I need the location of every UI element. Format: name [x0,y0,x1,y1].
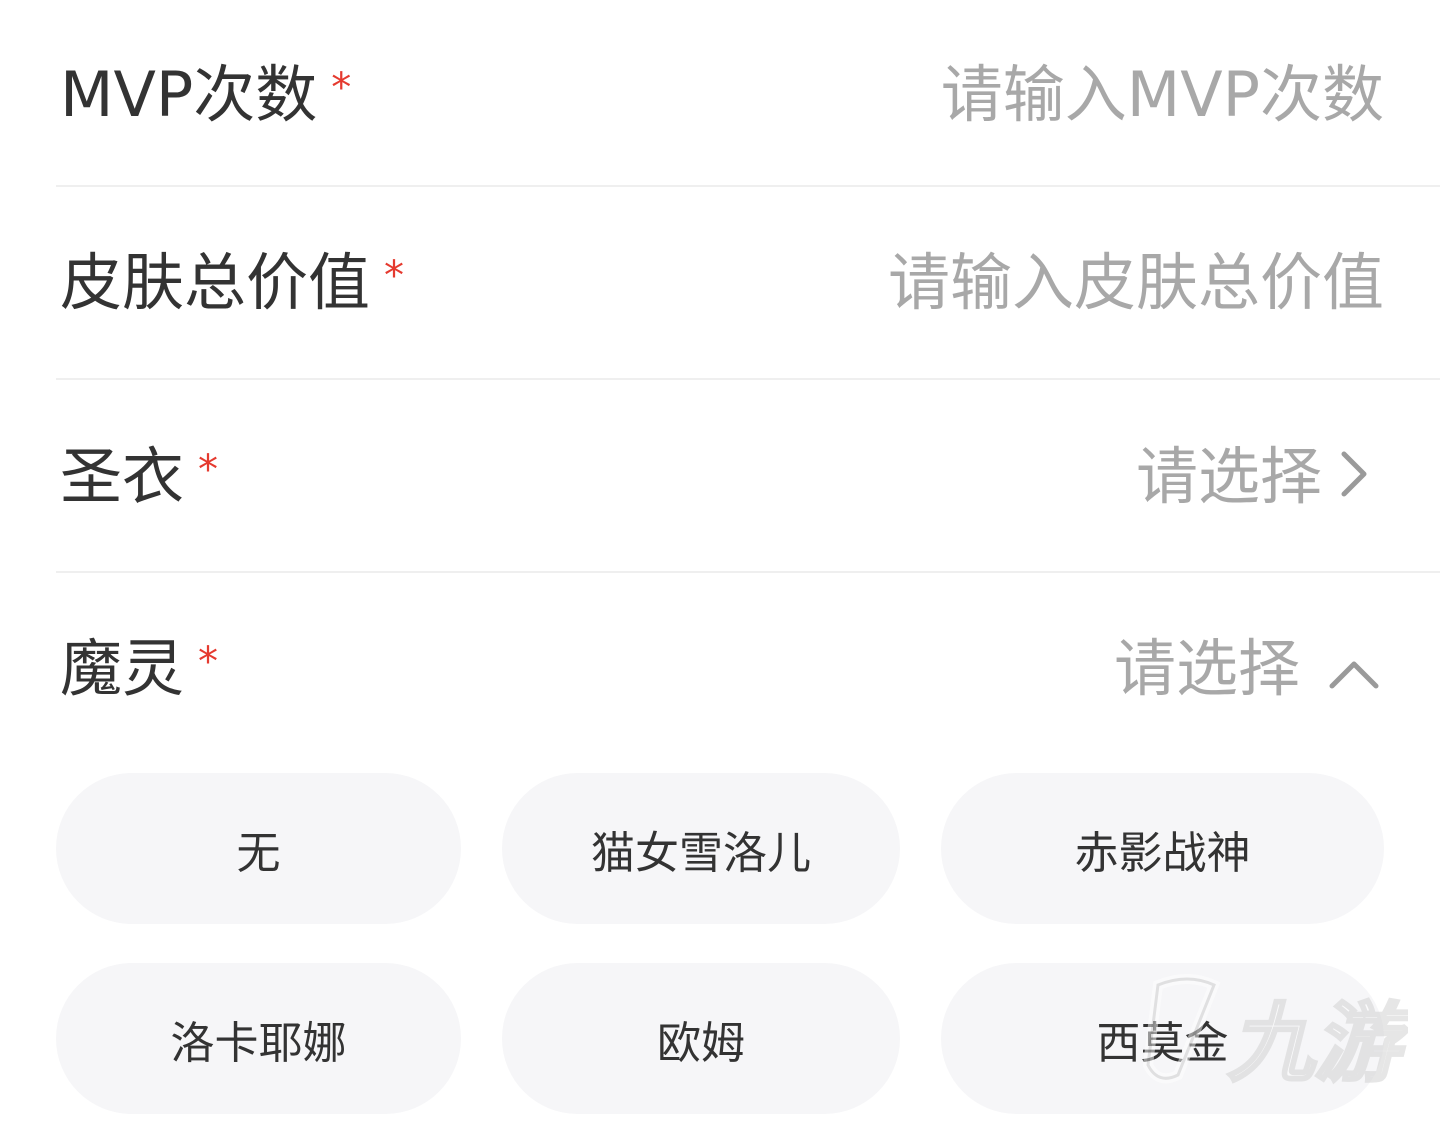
required-asterisk: * [384,253,405,299]
select-placeholder: 请选择 [1113,632,1300,705]
moling-select[interactable]: 请选择 [1114,638,1380,700]
field-label-moling: 魔灵 * [60,638,218,700]
form-row-shengyi[interactable]: 圣衣 * 请选择 [0,380,1440,571]
required-asterisk: * [331,65,352,111]
option-chip[interactable]: 赤影战神 [941,773,1384,924]
form-row-skin-value[interactable]: 皮肤总价值 * 请输入皮肤总价值 [0,187,1440,378]
field-label-shengyi: 圣衣 * [60,446,218,508]
field-label-text: 圣衣 [60,440,185,513]
chevron-up-icon [1328,638,1380,700]
required-asterisk: * [198,447,219,493]
input-placeholder: 请输入MVP次数 [940,58,1384,131]
chevron-right-icon [1340,446,1368,508]
skin-value-input[interactable]: 请输入皮肤总价值 [888,252,1384,314]
field-label-mvp: MVP次数 * [60,64,351,126]
input-placeholder: 请输入皮肤总价值 [887,246,1384,319]
option-chip[interactable]: 无 [56,773,461,924]
field-label-text: 皮肤总价值 [60,246,371,319]
option-chip[interactable]: 欧姆 [502,963,900,1114]
option-chip[interactable]: 洛卡耶娜 [56,963,461,1114]
watermark-text: 九游 [1228,994,1408,1094]
mvp-count-input[interactable]: 请输入MVP次数 [941,64,1384,126]
shengyi-select[interactable]: 请选择 [1136,446,1368,508]
select-placeholder: 请选择 [1135,440,1322,513]
form-row-mvp[interactable]: MVP次数 * 请输入MVP次数 [0,0,1440,186]
required-asterisk: * [198,639,219,685]
field-label-text: MVP次数 [60,58,318,131]
form-row-moling[interactable]: 魔灵 * 请选择 [0,573,1440,763]
watermark-logo: 九游 [1118,965,1416,1105]
field-label-text: 魔灵 [60,632,185,705]
option-chip[interactable]: 猫女雪洛儿 [502,773,900,924]
field-label-skin-value: 皮肤总价值 * [60,252,404,314]
